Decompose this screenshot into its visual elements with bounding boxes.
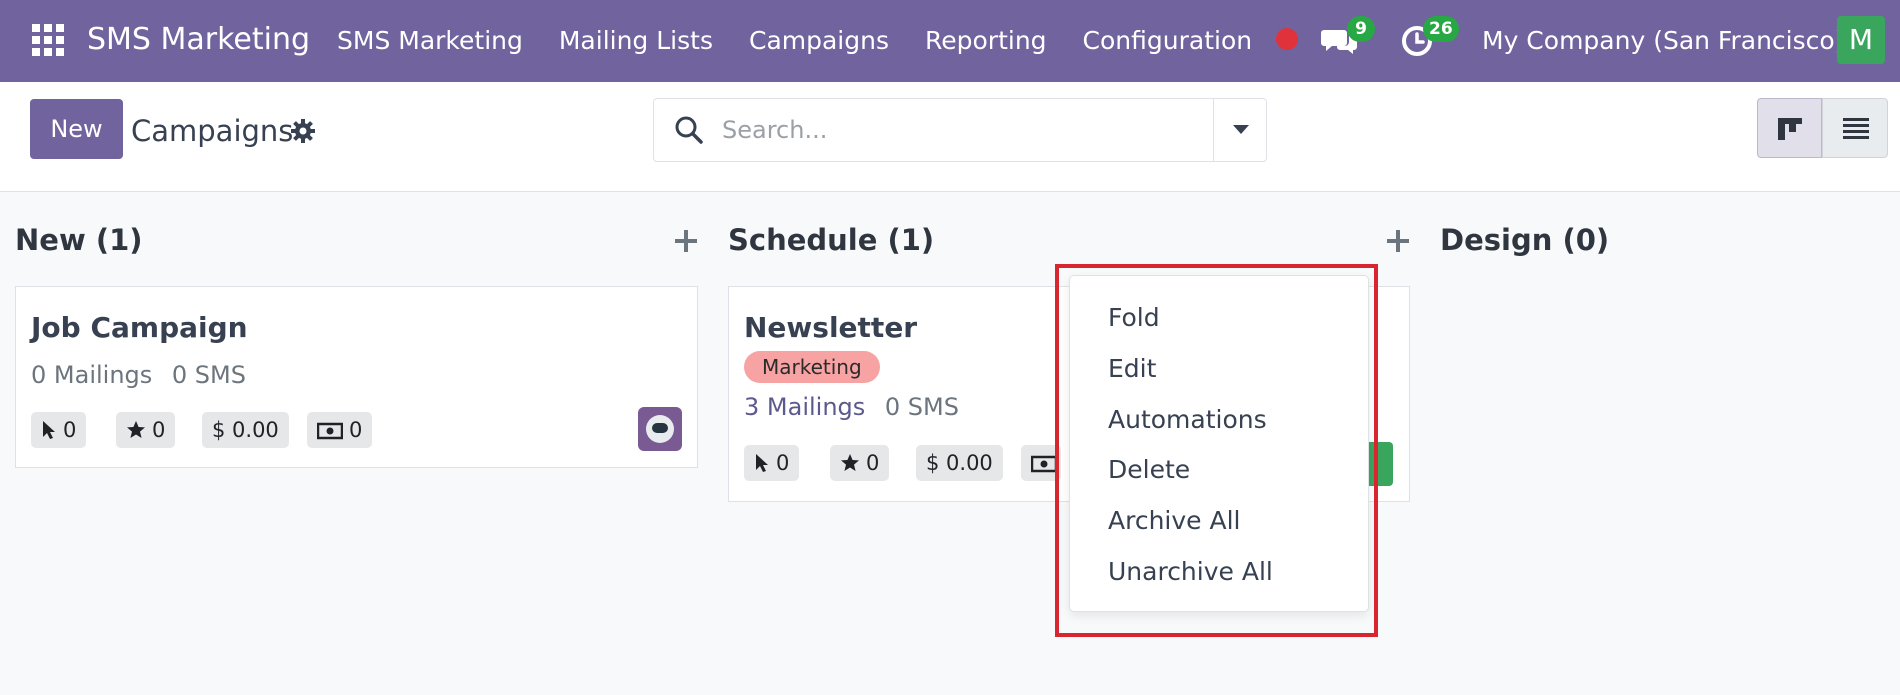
top-navbar: SMS Marketing SMS Marketing Mailing List…	[0, 0, 1900, 82]
main-menu: SMS Marketing Mailing Lists Campaigns Re…	[337, 26, 1288, 55]
card-meta: 3 Mailings 0 SMS	[744, 393, 959, 421]
menu-item-mailing-lists[interactable]: Mailing Lists	[559, 26, 713, 55]
money-bill-icon	[316, 422, 344, 440]
dropdown-item-delete[interactable]: Delete	[1108, 455, 1190, 484]
card-mailings: 0 Mailings	[31, 361, 153, 389]
clicks-stat: 0	[31, 412, 87, 448]
list-view-icon	[1843, 118, 1869, 139]
user-avatar[interactable]: M	[1837, 16, 1885, 64]
page-title: Campaigns	[131, 114, 294, 148]
column-title-design[interactable]: Design (0)	[1440, 223, 1609, 257]
responsible-avatar[interactable]	[638, 407, 682, 451]
column-options-dropdown: Fold Edit Automations Delete Archive All…	[1069, 275, 1369, 612]
card-meta: 0 Mailings 0 SMS	[31, 361, 246, 389]
column-title-new[interactable]: New (1)	[15, 223, 143, 257]
card-title: Job Campaign	[31, 311, 248, 344]
menu-item-configuration[interactable]: Configuration	[1083, 26, 1253, 55]
dropdown-item-archive-all[interactable]: Archive All	[1108, 506, 1240, 535]
revenue-stat: $ 0.00	[916, 445, 1003, 481]
card-tag: Marketing	[744, 351, 880, 383]
kanban-view-icon	[1778, 118, 1802, 140]
cost-stat: 0	[307, 412, 373, 448]
cursor-icon	[43, 421, 55, 439]
search-icon	[675, 116, 703, 144]
dropdown-item-automations[interactable]: Automations	[1108, 405, 1267, 434]
recording-dot-icon[interactable]	[1276, 28, 1298, 50]
cost-stat	[1021, 445, 1061, 481]
menu-item-sms-marketing[interactable]: SMS Marketing	[337, 26, 523, 55]
company-switcher[interactable]: My Company (San Francisco)	[1482, 26, 1844, 55]
new-button[interactable]: New	[30, 99, 123, 159]
card-title: Newsletter	[744, 311, 918, 344]
messages-count-badge: 9	[1347, 16, 1375, 42]
responsible-avatar[interactable]	[1369, 442, 1393, 486]
control-panel: New Campaigns	[0, 82, 1900, 192]
gear-icon[interactable]	[290, 118, 316, 144]
kanban-card-job-campaign[interactable]: Job Campaign 0 Mailings 0 SMS 0 0 $ 0.00…	[15, 286, 698, 468]
search-input[interactable]	[722, 111, 1182, 149]
search-options-toggle[interactable]	[1213, 99, 1267, 161]
menu-item-campaigns[interactable]: Campaigns	[749, 26, 889, 55]
search-box	[653, 98, 1267, 162]
apps-grid-icon[interactable]	[32, 24, 64, 56]
add-to-column-new-plus-icon[interactable]	[675, 230, 697, 252]
revenue-stat: $ 0.00	[202, 412, 289, 448]
column-title-schedule[interactable]: Schedule (1)	[728, 223, 934, 257]
card-sms: 0 SMS	[171, 361, 246, 389]
kanban-view-button[interactable]	[1757, 98, 1822, 158]
dropdown-item-fold[interactable]: Fold	[1108, 303, 1160, 332]
dropdown-item-unarchive-all[interactable]: Unarchive All	[1108, 557, 1273, 586]
rating-stat: 0	[116, 412, 176, 448]
app-brand[interactable]: SMS Marketing	[87, 22, 310, 57]
star-icon	[841, 454, 859, 471]
money-bill-icon	[1030, 455, 1058, 473]
list-view-button[interactable]	[1822, 98, 1888, 158]
menu-item-reporting[interactable]: Reporting	[925, 26, 1047, 55]
dropdown-item-edit[interactable]: Edit	[1108, 354, 1156, 383]
card-mailings-link[interactable]: 3 Mailings	[744, 393, 865, 421]
clicks-stat: 0	[744, 445, 800, 481]
activities-count-badge: 26	[1423, 16, 1459, 42]
rating-stat: 0	[830, 445, 890, 481]
star-icon	[127, 421, 145, 438]
cursor-icon	[756, 454, 768, 472]
add-to-column-schedule-plus-icon[interactable]	[1387, 230, 1409, 252]
card-sms: 0 SMS	[884, 393, 959, 421]
